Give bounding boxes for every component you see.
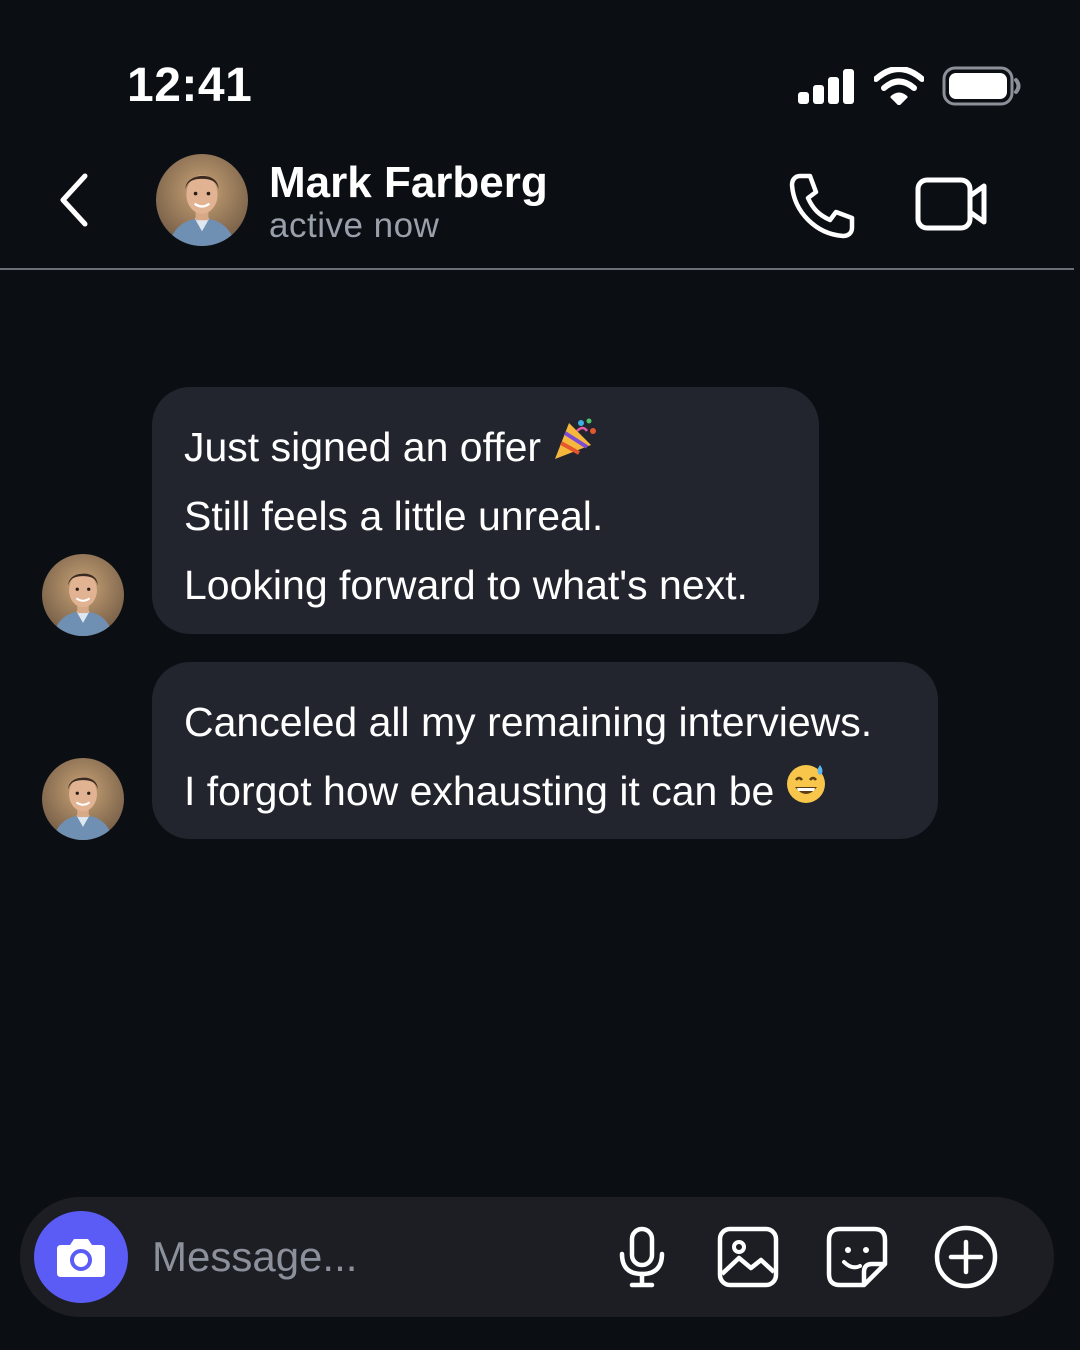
signal-icon — [798, 69, 854, 104]
image-button[interactable] — [714, 1223, 782, 1291]
message-line: Canceled all my remaining interviews. — [184, 688, 906, 757]
sticker-icon — [826, 1226, 888, 1288]
microphone-icon — [619, 1226, 665, 1288]
sticker-button[interactable] — [823, 1223, 891, 1291]
message-group: Just signed an offer Still feels a littl… — [0, 387, 1080, 635]
camera-icon — [57, 1239, 105, 1277]
message-text: I forgot how exhausting it can be — [184, 768, 775, 814]
sender-avatar[interactable] — [42, 554, 124, 636]
message-line: I forgot how exhausting it can be — [184, 757, 906, 826]
party-popper-emoji — [551, 413, 599, 482]
contact-status: active now — [269, 206, 440, 245]
microphone-button[interactable] — [608, 1223, 676, 1291]
chat-header: Mark Farberg active now — [0, 140, 1074, 270]
status-time: 12:41 — [127, 59, 253, 112]
message-text: Canceled all my remaining interviews. — [184, 699, 873, 745]
message-bubble[interactable]: Just signed an offer Still feels a littl… — [152, 387, 819, 634]
message-line: Looking forward to what's next. — [184, 551, 787, 620]
battery-icon — [942, 66, 1021, 106]
status-bar: 12:41 — [0, 0, 1080, 140]
message-group: Canceled all my remaining interviews. I … — [0, 662, 1080, 840]
grinning-sweat-emoji — [784, 757, 828, 826]
message-input[interactable] — [152, 1227, 592, 1287]
contact-name: Mark Farberg — [269, 158, 548, 207]
message-text: Just signed an offer — [184, 424, 542, 470]
add-button[interactable] — [932, 1223, 1000, 1291]
message-line: Just signed an offer — [184, 413, 787, 482]
video-camera-icon[interactable] — [914, 174, 990, 234]
phone-icon[interactable] — [786, 170, 856, 240]
contact-avatar[interactable] — [156, 154, 248, 246]
message-line: Still feels a little unreal. — [184, 482, 787, 551]
camera-button[interactable] — [34, 1211, 128, 1303]
chevron-left-icon — [60, 173, 88, 227]
message-text: Still feels a little unreal. — [184, 493, 604, 539]
back-button[interactable] — [46, 168, 102, 232]
message-composer — [20, 1197, 1054, 1317]
status-icons — [798, 66, 1022, 106]
message-text: Looking forward to what's next. — [184, 562, 748, 608]
image-icon — [717, 1226, 779, 1288]
wifi-icon — [874, 67, 924, 105]
plus-circle-icon — [934, 1225, 998, 1289]
message-bubble[interactable]: Canceled all my remaining interviews. I … — [152, 662, 938, 839]
sender-avatar[interactable] — [42, 758, 124, 840]
